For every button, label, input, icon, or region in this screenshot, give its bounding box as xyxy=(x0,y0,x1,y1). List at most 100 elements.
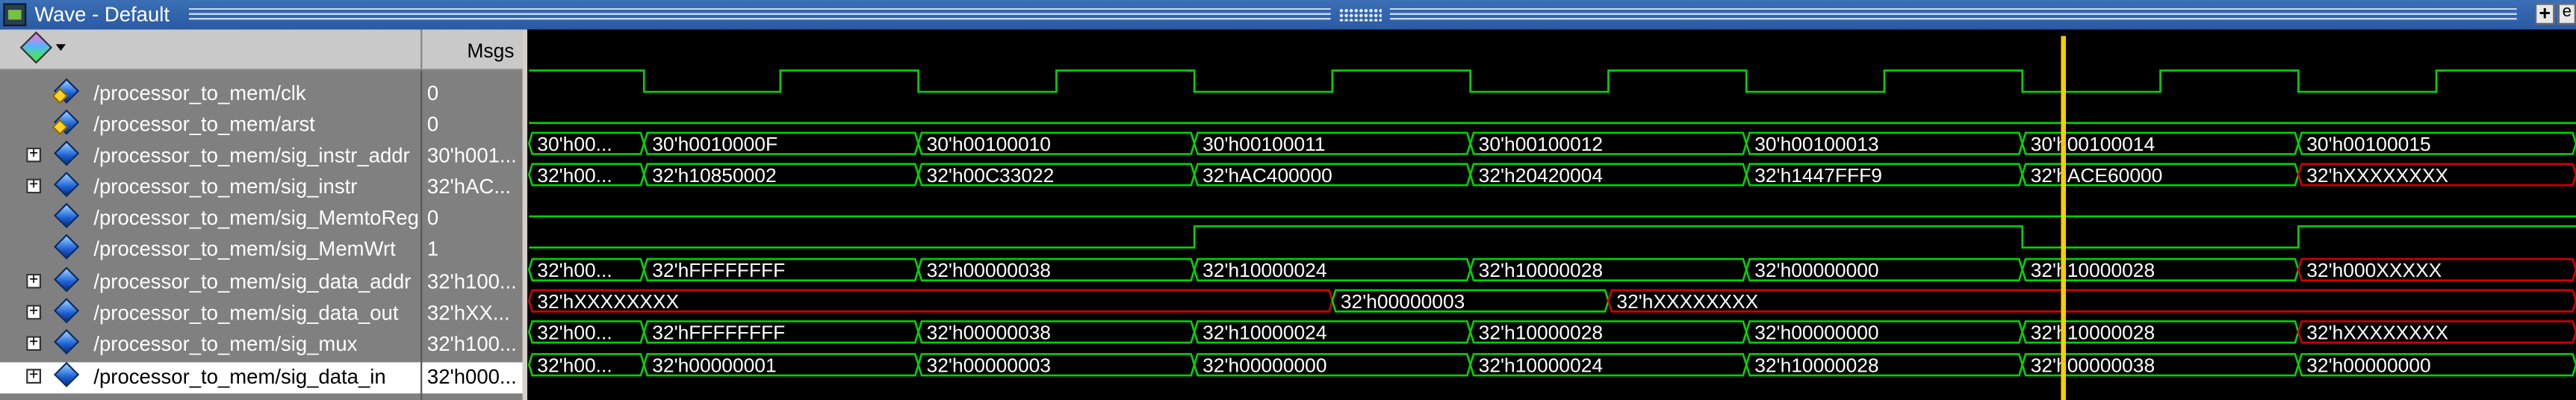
signal-bus-icon xyxy=(53,298,80,324)
sig-mux-value-label: 32'h10000028 xyxy=(1479,322,1603,344)
signal-name: /processor_to_mem/sig_mux xyxy=(93,332,358,356)
memwrt-waveform xyxy=(529,225,2576,249)
value-cell: 32'h100... xyxy=(422,267,522,299)
sig-data-in-value-label: 32'h00000001 xyxy=(652,354,776,377)
signal-row-arst[interactable]: /processor_to_mem/arst xyxy=(0,109,420,141)
value-cell: 30'h001... xyxy=(422,141,522,172)
signal-row-sig-memwrt[interactable]: /processor_to_mem/sig_MemWrt xyxy=(0,234,420,266)
maximize-button[interactable]: + xyxy=(2535,3,2555,25)
value-text: 32'h100... xyxy=(426,332,517,356)
sig-instr-addr-value-label: 30'h00100011 xyxy=(1202,133,1325,155)
sig-instr-value-label: 32'h10850002 xyxy=(652,164,776,187)
signal-bus-icon xyxy=(53,266,80,293)
value-text: 32'hAC... xyxy=(426,175,512,199)
sig-data-in-value-label: 32'h10000028 xyxy=(1754,354,1878,377)
sig-instr-value-label: 32'hXXXXXXXX xyxy=(2306,164,2448,187)
title-bar[interactable]: Wave - Default + e xyxy=(0,0,2576,30)
chevron-down-icon[interactable] xyxy=(55,44,66,51)
value-cell: 0 xyxy=(422,203,522,234)
waveform-area[interactable]: 30'h00... 30'h0010000F 30'h00100010 30'h001… xyxy=(527,29,2576,400)
sig-data-in-value-label: 32'h00000000 xyxy=(1202,354,1326,377)
dock-handle-icon[interactable] xyxy=(1338,7,1382,22)
wave-color-icon[interactable] xyxy=(19,31,53,64)
sig-instr-addr-value-label: 30'h00100010 xyxy=(927,133,1051,155)
value-text: 30'h001... xyxy=(426,144,517,168)
sig-instr-addr-value-label: 30'h00100014 xyxy=(2031,133,2155,155)
signal-row-sig-data-addr[interactable]: + /processor_to_mem/sig_data_addr xyxy=(0,266,420,299)
sig-instr-value-label: 32'hAC400000 xyxy=(1202,164,1332,187)
signal-row-sig-memtoreg[interactable]: /processor_to_mem/sig_MemtoReg xyxy=(0,202,420,234)
signal-name: /processor_to_mem/sig_MemtoReg xyxy=(93,206,419,230)
expand-icon[interactable]: + xyxy=(26,304,41,320)
sig-data-addr-value-label: 32'h10000028 xyxy=(1479,259,1603,281)
waveform-canvas[interactable]: 30'h00... 30'h0010000F 30'h00100010 30'h001… xyxy=(527,30,2576,400)
signal-icon xyxy=(53,234,80,260)
signal-name: /processor_to_mem/clk xyxy=(93,81,306,105)
value-cell: 32'hAC... xyxy=(422,172,522,204)
sig-mux-value-label: 32'h10000028 xyxy=(2031,322,2155,344)
sig-data-addr-value-label: 32'h00000038 xyxy=(927,259,1051,281)
sig-mux-value-label: 32'h10000024 xyxy=(1202,322,1326,344)
signal-icon xyxy=(53,202,80,228)
sig-mux-value-label: 32'h00... xyxy=(537,322,612,344)
sig-data-out-value-label: 32'hXXXXXXXX xyxy=(1616,290,1758,313)
value-cell: 32'hXX... xyxy=(422,299,522,330)
expand-icon[interactable]: + xyxy=(26,147,41,163)
signal-name: /processor_to_mem/sig_instr_addr xyxy=(93,144,410,168)
signal-list: /processor_to_mem/clk /processor_to_mem/… xyxy=(0,70,421,400)
sig-data-addr-value-label: 32'h00000000 xyxy=(1754,259,1878,281)
sig-data-in-value-label: 32'h00... xyxy=(537,354,612,377)
sig-data-in-value-label: 32'h00000038 xyxy=(2031,354,2155,377)
sig-instr-value-label: 32'hACE60000 xyxy=(2031,164,2163,187)
expand-icon[interactable]: + xyxy=(26,273,41,289)
drag-grip-left[interactable] xyxy=(188,7,1331,20)
window-menu-icon[interactable] xyxy=(3,3,27,27)
signal-row-sig-data-out[interactable]: + /processor_to_mem/sig_data_out xyxy=(0,298,420,330)
value-text: 1 xyxy=(426,237,439,261)
signal-name: /processor_to_mem/sig_instr xyxy=(93,175,358,199)
value-text: 32'h000... xyxy=(426,365,517,389)
signal-bus-icon xyxy=(53,172,80,198)
value-list: 0 0 30'h001... 32'hAC... 0 1 32'h100... … xyxy=(420,70,523,400)
sig-instr-value-label: 32'h00... xyxy=(537,164,612,187)
sig-instr-value-label: 32'h00C33022 xyxy=(927,164,1055,187)
drag-grip-right[interactable] xyxy=(1389,7,2517,20)
msgs-header: Msgs xyxy=(420,29,523,71)
signal-bus-icon xyxy=(53,140,80,166)
value-cell: 32'h100... xyxy=(422,330,522,361)
sig-instr-addr-value-label: 30'h00100013 xyxy=(1754,133,1878,155)
signal-bus-icon xyxy=(53,361,80,388)
value-cell: 0 xyxy=(422,110,522,141)
sig-instr-addr-value-label: 30'h00100012 xyxy=(1479,133,1603,155)
time-cursor xyxy=(2061,36,2067,400)
expand-icon[interactable]: + xyxy=(26,368,41,384)
sig-data-in-value-label: 32'h00000000 xyxy=(2306,354,2430,377)
signal-row-sig-instr-addr[interactable]: + /processor_to_mem/sig_instr_addr xyxy=(0,140,420,172)
undock-button[interactable]: e xyxy=(2557,3,2576,25)
sig-data-in-value-label: 32'h00000003 xyxy=(927,354,1051,377)
signal-name: /processor_to_mem/sig_data_out xyxy=(93,301,399,325)
sig-instr-addr-value-label: 30'h00... xyxy=(537,133,612,155)
sig-data-out-value-label: 32'h00000003 xyxy=(1341,290,1465,313)
sig-data-out-value-label: 32'hXXXXXXXX xyxy=(537,290,679,313)
value-cell: 32'h000... xyxy=(422,362,523,394)
value-cell: 1 xyxy=(422,234,522,266)
value-text: 0 xyxy=(426,206,439,230)
signal-row-sig-instr[interactable]: + /processor_to_mem/sig_instr xyxy=(0,172,420,204)
value-cell: 0 xyxy=(422,78,522,110)
signal-header xyxy=(0,29,421,71)
sig-instr-addr-value-label: 30'h00100015 xyxy=(2306,133,2430,155)
signal-row-sig-mux[interactable]: + /processor_to_mem/sig_mux xyxy=(0,328,420,361)
signal-row-clk[interactable]: /processor_to_mem/clk xyxy=(0,78,420,110)
sig-mux-value-label: 32'h00000038 xyxy=(927,322,1051,344)
sig-data-addr-value-label: 32'h00... xyxy=(537,259,612,281)
value-text: 0 xyxy=(426,81,439,105)
signal-row-sig-data-in[interactable]: + /processor_to_mem/sig_data_in xyxy=(0,361,421,394)
expand-icon[interactable]: + xyxy=(26,335,41,351)
sig-mux-value-label: 32'hXXXXXXXX xyxy=(2306,322,2448,344)
sig-data-addr-value-label: 32'h10000028 xyxy=(2031,259,2155,281)
signal-name: /processor_to_mem/sig_data_in xyxy=(93,365,386,389)
signal-bus-icon xyxy=(53,328,80,355)
expand-icon[interactable]: + xyxy=(26,178,41,194)
signal-name: /processor_to_mem/sig_MemWrt xyxy=(93,237,396,261)
